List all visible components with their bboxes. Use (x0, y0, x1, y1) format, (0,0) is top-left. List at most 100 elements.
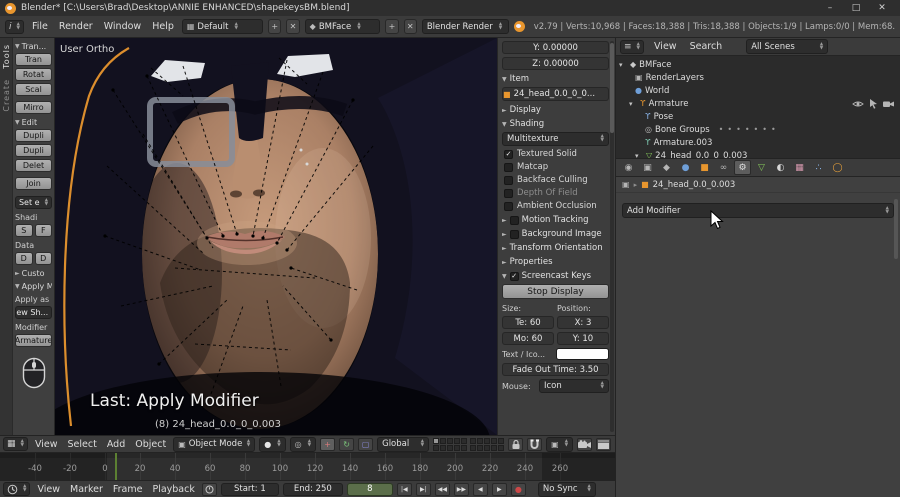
opengl-render-still-icon[interactable] (577, 437, 593, 451)
layer-square[interactable] (470, 444, 477, 451)
tab-tools[interactable]: Tools (2, 44, 11, 69)
checkbox-icon[interactable] (504, 175, 513, 185)
collapse-icon[interactable]: ▾ (629, 100, 637, 108)
set-origin-dropdown[interactable]: Set e (15, 196, 52, 209)
stop-display-button[interactable]: Stop Display (502, 284, 609, 299)
custom-panel-header[interactable]: ► Custo (15, 269, 52, 278)
mouse-display-dropdown[interactable]: Icon (539, 379, 609, 393)
layer-square[interactable] (454, 444, 461, 451)
edit-panel-header[interactable]: ▼ Edit (15, 118, 52, 127)
background-image-panel-header[interactable]: ► Background Image (502, 229, 609, 239)
shading-mode-dropdown[interactable]: Multitexture (502, 132, 609, 146)
position-y-field[interactable]: Y: 10 (557, 332, 609, 345)
item-panel-header[interactable]: ▼ Item (502, 74, 609, 84)
breadcrumb-object-name[interactable]: 24_head_0.0_0.003 (653, 180, 736, 190)
redo-panel-header[interactable]: ▼Apply Modi (15, 282, 52, 291)
scene-lock-icon[interactable] (508, 437, 524, 451)
tab-create[interactable]: Create (2, 79, 11, 112)
pivot-point-dropdown[interactable]: ◎ (289, 436, 317, 452)
location-y-field[interactable]: Y: 0.00000 (502, 41, 609, 54)
tab-world-icon[interactable]: ● (677, 160, 694, 175)
layer-square[interactable] (470, 437, 477, 444)
mode-dropdown[interactable]: ▣ Object Mode (173, 436, 256, 452)
editor-type-info-icon[interactable]: i (5, 19, 24, 34)
add-scene-button[interactable]: + (385, 19, 399, 34)
timeline-menu-playback[interactable]: Playback (149, 484, 197, 495)
modifier-name-field[interactable]: Armature (15, 334, 52, 347)
scale-button[interactable]: Scal (15, 83, 52, 96)
properties-scrollbar[interactable] (894, 199, 898, 259)
matcap-option[interactable]: Matcap (502, 162, 609, 172)
duplicate-linked-button[interactable]: Dupli (15, 144, 52, 157)
add-menu[interactable]: Add (104, 439, 128, 450)
menu-window[interactable]: Window (101, 21, 144, 32)
outliner-row-bone-groups[interactable]: ◎ Bone Groups ••••••• (619, 123, 897, 136)
layer-square[interactable] (498, 437, 505, 444)
layer-square[interactable] (477, 437, 484, 444)
depth-of-field-option[interactable]: Depth Of Field (502, 188, 609, 198)
end-frame-field[interactable]: End: 250 (282, 482, 343, 496)
textured-solid-option[interactable]: ✓ Textured Solid (502, 149, 609, 159)
object-menu[interactable]: Object (132, 439, 169, 450)
scene-dropdown[interactable]: ◆ BMFace (304, 19, 381, 34)
location-z-field[interactable]: Z: 0.00000 (502, 57, 609, 70)
fade-out-time-slider[interactable]: Fade Out Time: 3.50 (502, 363, 609, 376)
render-engine-dropdown[interactable]: Blender Render (421, 19, 509, 34)
shade-flat-button[interactable]: F (34, 224, 52, 237)
duplicate-button[interactable]: Dupli (15, 129, 52, 142)
screencast-keys-panel-header[interactable]: ▼ ✓ Screencast Keys (502, 271, 609, 281)
mirror-button[interactable]: Mirro (15, 101, 52, 114)
layer-square[interactable] (447, 437, 454, 444)
shade-smooth-button[interactable]: S (15, 224, 33, 237)
delete-layout-button[interactable]: ✕ (286, 19, 300, 34)
timeline-ruler[interactable]: -40 -20 0 20 40 60 80 100 120 140 160 18… (0, 452, 615, 480)
outliner-row-armature-data[interactable]: ϒ Armature.003 (619, 136, 897, 149)
position-x-field[interactable]: X: 3 (557, 316, 609, 329)
minimize-button[interactable]: – (817, 0, 843, 16)
transform-panel-header[interactable]: ▼ Tran... (15, 42, 52, 51)
visibility-eye-icon[interactable] (852, 100, 864, 108)
tab-physics-icon[interactable]: ◯ (829, 160, 846, 175)
manipulator-scale-icon[interactable]: ▢ (358, 437, 374, 451)
current-frame-field[interactable]: 8 (346, 482, 393, 496)
text-size-slider[interactable]: Te: 60 (502, 316, 554, 329)
backface-culling-option[interactable]: Backface Culling (502, 175, 609, 185)
maximize-button[interactable]: □ (843, 0, 869, 16)
checkbox-icon[interactable] (504, 201, 513, 211)
jump-to-end-icon[interactable]: ▶| (415, 482, 431, 496)
tab-render-icon[interactable]: ◉ (620, 160, 637, 175)
layer-square[interactable] (491, 437, 498, 444)
outliner-row-head-mesh[interactable]: ▾ ▽ 24_head_0.0_0_0.003 (619, 149, 897, 159)
close-button[interactable]: ✕ (869, 0, 895, 16)
checkbox-icon[interactable] (509, 215, 519, 225)
checkbox-checked-icon[interactable]: ✓ (504, 149, 513, 159)
menu-file[interactable]: File (29, 21, 51, 32)
menu-help[interactable]: Help (149, 21, 177, 32)
viewport-shading-dropdown[interactable]: ● (259, 436, 286, 452)
viewport-3d[interactable]: User Ortho Last: Apply Modifier (8) 24_h… (55, 38, 497, 435)
layer-square[interactable] (433, 444, 440, 451)
snap-magnet-icon[interactable] (527, 437, 543, 451)
ambient-occlusion-option[interactable]: Ambient Occlusion (502, 201, 609, 211)
outliner-row-scene[interactable]: ▾ ◆ BMFace (619, 58, 897, 71)
record-icon[interactable]: ● (510, 482, 526, 496)
manipulator-translate-icon[interactable]: + (320, 437, 336, 451)
editor-type-3d-view-icon[interactable]: ▦ (3, 437, 28, 451)
layer-square[interactable] (484, 444, 491, 451)
tab-object-icon[interactable]: ■ (696, 160, 713, 175)
checkbox-icon[interactable] (504, 162, 513, 172)
outliner-menu-view[interactable]: View (651, 41, 680, 52)
outliner-scope-dropdown[interactable]: All Scenes (746, 39, 829, 54)
translate-button[interactable]: Tran (15, 53, 52, 66)
editor-type-timeline-icon[interactable] (3, 482, 31, 496)
checkbox-checked-icon[interactable]: ✓ (509, 271, 519, 281)
layer-square[interactable] (447, 444, 454, 451)
layer-square[interactable] (461, 444, 468, 451)
data-transfer-button[interactable]: D (15, 252, 33, 265)
transform-orientation-panel-header[interactable]: ► Transform Orientation (502, 243, 609, 253)
preview-range-icon[interactable] (201, 482, 217, 496)
delete-scene-button[interactable]: ✕ (403, 19, 417, 34)
layer-square[interactable] (461, 437, 468, 444)
next-keyframe-icon[interactable]: ▶▶ (453, 482, 469, 496)
tab-particles-icon[interactable]: ∴ (810, 160, 827, 175)
